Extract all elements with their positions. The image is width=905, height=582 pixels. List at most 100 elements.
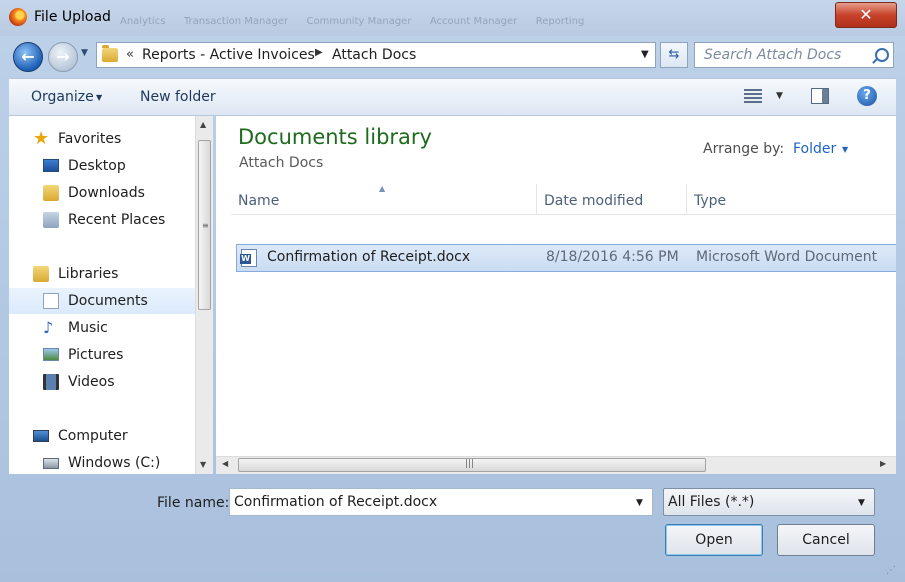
pictures-icon: [43, 348, 59, 361]
arrange-by-label: Arrange by:: [703, 141, 785, 157]
file-name-dropdown-icon[interactable]: ▼: [636, 498, 643, 508]
nav-label: Desktop: [68, 158, 126, 174]
recent-places-icon: [43, 212, 59, 228]
scroll-thumb[interactable]: |||: [238, 458, 706, 472]
nav-documents[interactable]: Documents: [9, 288, 195, 314]
navigation-pane: ★ Favorites Desktop Downloads Recent Pla…: [9, 116, 195, 474]
background-tab: Reporting: [535, 16, 585, 27]
breadcrumb-attach-docs[interactable]: Attach Docs: [332, 47, 416, 63]
word-document-icon: [240, 249, 257, 267]
nav-videos[interactable]: Videos: [9, 369, 195, 395]
nav-desktop[interactable]: Desktop: [9, 153, 195, 179]
command-bar: Organize ▼ New folder ▼ ?: [9, 78, 896, 116]
refresh-button[interactable]: ⇆: [660, 42, 688, 68]
nav-label: Pictures: [68, 347, 124, 363]
navigation-scrollbar[interactable]: ▲ ≡ ▼: [195, 116, 213, 474]
libraries-icon: [33, 266, 49, 282]
drive-icon: [43, 458, 59, 469]
file-type-value: All Files (*.*): [668, 494, 755, 510]
scroll-thumb[interactable]: ≡: [198, 140, 211, 310]
nav-pictures[interactable]: Pictures: [9, 342, 195, 368]
nav-label: Documents: [68, 293, 148, 309]
cancel-button[interactable]: Cancel: [777, 524, 875, 556]
scroll-down-icon[interactable]: ▼: [200, 460, 206, 469]
nav-label: Downloads: [68, 185, 145, 201]
nav-label: Favorites: [58, 131, 122, 147]
forward-button[interactable]: →: [48, 42, 78, 72]
column-divider[interactable]: [686, 184, 687, 214]
documents-icon: [43, 293, 59, 309]
grip-icon: ≡: [202, 221, 209, 230]
breadcrumb-overflow[interactable]: «: [126, 47, 134, 62]
organize-button[interactable]: Organize: [31, 89, 94, 105]
view-dropdown-icon[interactable]: ▼: [776, 91, 783, 101]
file-type-select[interactable]: All Files (*.*) ▼: [663, 488, 875, 516]
nav-music[interactable]: ♪ Music: [9, 315, 195, 341]
arrange-by-dropdown[interactable]: Folder: [793, 141, 836, 157]
file-name: Confirmation of Receipt.docx: [267, 249, 471, 265]
nav-libraries[interactable]: Libraries: [9, 261, 195, 287]
column-type[interactable]: Type: [694, 193, 726, 209]
column-divider[interactable]: [536, 184, 537, 214]
nav-label: Recent Places: [68, 212, 166, 228]
address-dropdown-icon[interactable]: ▼: [641, 49, 649, 60]
videos-icon: [43, 374, 59, 390]
nav-favorites[interactable]: ★ Favorites: [9, 126, 195, 152]
nav-label: Music: [68, 320, 108, 336]
desktop-icon: [43, 159, 59, 172]
music-icon: ♪: [43, 318, 54, 337]
chevron-down-icon[interactable]: ▼: [842, 145, 848, 154]
change-view-icon[interactable]: [744, 88, 762, 104]
search-input[interactable]: Search Attach Docs: [694, 42, 894, 68]
preview-pane-icon[interactable]: [811, 88, 829, 104]
search-placeholder: Search Attach Docs: [704, 47, 842, 63]
new-folder-button[interactable]: New folder: [140, 89, 216, 105]
search-icon[interactable]: [875, 48, 889, 62]
nav-computer[interactable]: Computer: [9, 423, 195, 449]
help-icon[interactable]: ?: [857, 86, 877, 106]
background-tab: Community Manager: [306, 16, 412, 27]
scroll-right-icon[interactable]: ▶: [880, 459, 886, 468]
nav-label: Windows (C:): [68, 455, 161, 471]
nav-downloads[interactable]: Downloads: [9, 180, 195, 206]
address-bar[interactable]: « Reports - Active Invoices ▶ Attach Doc…: [96, 42, 656, 68]
sort-ascending-icon: ▲: [379, 184, 386, 193]
breadcrumb-separator-icon[interactable]: ▶: [315, 47, 323, 58]
column-header: ▲ Name Date modified Type: [231, 184, 896, 215]
folder-icon: [102, 45, 118, 62]
column-date-modified[interactable]: Date modified: [544, 193, 643, 209]
scroll-up-icon[interactable]: ▲: [200, 120, 206, 129]
open-button[interactable]: Open: [665, 524, 763, 556]
library-subtitle: Attach Docs: [239, 155, 324, 171]
grip-icon: |||: [465, 459, 475, 469]
file-row[interactable]: Confirmation of Receipt.docx 8/18/2016 4…: [236, 244, 896, 272]
history-dropdown-icon[interactable]: ▼: [81, 48, 93, 62]
resize-grip-icon[interactable]: ⋰: [886, 565, 896, 576]
file-name-input[interactable]: Confirmation of Receipt.docx ▼: [229, 488, 653, 516]
chevron-down-icon[interactable]: ▼: [858, 498, 865, 508]
column-name[interactable]: Name: [238, 193, 279, 209]
background-tab: Account Manager: [429, 16, 518, 27]
background-tabs: Analytics Transaction Manager Community …: [120, 12, 660, 34]
nav-recent-places[interactable]: Recent Places: [9, 207, 195, 233]
file-type: Microsoft Word Document: [696, 249, 878, 265]
background-tab: Analytics: [120, 16, 166, 27]
nav-label: Computer: [58, 428, 128, 444]
file-name-value: Confirmation of Receipt.docx: [234, 494, 438, 510]
window-title: File Upload: [34, 9, 111, 25]
star-icon: ★: [33, 128, 50, 149]
nav-label: Libraries: [58, 266, 119, 282]
scroll-left-icon[interactable]: ◀: [222, 459, 228, 468]
chevron-down-icon[interactable]: ▼: [96, 93, 102, 102]
computer-icon: [33, 430, 49, 442]
close-button[interactable]: ✕: [835, 2, 897, 28]
library-title: Documents library: [238, 125, 432, 149]
firefox-icon: [9, 8, 27, 26]
nav-label: Videos: [68, 374, 115, 390]
background-tab: Transaction Manager: [183, 16, 289, 27]
back-button[interactable]: ←: [13, 42, 43, 72]
breadcrumb-reports[interactable]: Reports - Active Invoices: [142, 47, 315, 63]
file-list-pane: Documents library Attach Docs Arrange by…: [216, 116, 896, 458]
horizontal-scrollbar[interactable]: ◀ ||| ▶: [216, 456, 896, 474]
nav-windows-c[interactable]: Windows (C:): [9, 450, 195, 476]
